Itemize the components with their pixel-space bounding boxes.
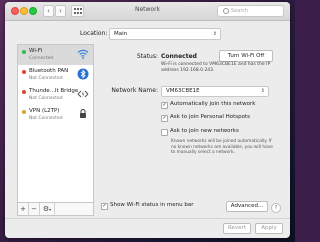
show-wifi-status-label: Show Wi-Fi status in menu bar [110, 202, 194, 208]
bluetooth-icon [77, 68, 89, 80]
location-label: Location: [80, 30, 108, 37]
service-name: Bluetooth PAN [29, 68, 69, 74]
service-list: Wi-Fi Connected Bluetooth PAN Not Connec… [17, 44, 94, 216]
service-item-thunderbolt-bridge[interactable]: Thunde...lt Bridge Not Connected [18, 85, 93, 105]
service-status: Not Connected [29, 76, 63, 81]
remove-service-button[interactable]: − [29, 203, 40, 215]
divider [5, 218, 290, 219]
chevron-updown-icon: ⇕ [260, 88, 265, 94]
service-list-toolbar: + − ⚙▾ [17, 202, 94, 216]
chevron-updown-icon: ⇕ [212, 31, 217, 37]
help-button[interactable]: ? [271, 203, 281, 213]
turn-wifi-off-button[interactable]: Turn Wi-Fi Off [219, 50, 273, 62]
search-icon [223, 8, 229, 14]
service-name: Thunde...lt Bridge [29, 88, 79, 94]
network-name-select[interactable]: VM63CBE1E ⇕ [161, 86, 269, 97]
title-bar: ‹ › Network Search [5, 2, 290, 21]
show-wifi-status-checkbox[interactable]: ✓ [101, 203, 108, 210]
advanced-button[interactable]: Advanced... [226, 201, 268, 212]
auto-join-label: Automatically join this network [170, 101, 256, 107]
status-dot [22, 110, 26, 114]
location-value: Main [114, 31, 128, 37]
thunderbolt-bridge-icon [77, 90, 89, 98]
service-item-bluetooth-pan[interactable]: Bluetooth PAN Not Connected [18, 65, 93, 85]
service-status: Not Connected [29, 96, 63, 101]
revert-button[interactable]: Revert [223, 223, 251, 234]
status-dot [22, 70, 26, 74]
wifi-icon [77, 49, 89, 59]
status-dot [22, 90, 26, 94]
service-name: Wi-Fi [29, 48, 43, 54]
service-name: VPN (L2TP) [29, 108, 60, 114]
service-actions-button[interactable]: ⚙▾ [40, 203, 55, 215]
auto-join-checkbox[interactable]: ✓ [161, 102, 168, 109]
status-value: Connected [161, 53, 197, 60]
chevron-down-icon: ▾ [49, 207, 52, 212]
vpn-icon [80, 109, 86, 118]
new-networks-note: Known networks will be joined automatica… [171, 139, 273, 155]
status-description: Wi-Fi is connected to VM63CBE1E and has … [161, 62, 271, 73]
personal-hotspots-label: Ask to join Personal Hotspots [170, 114, 251, 120]
apply-button[interactable]: Apply [255, 223, 283, 234]
status-dot [22, 50, 26, 54]
network-preferences-window: ‹ › Network Search Location: Main ⇕ Wi-F… [5, 2, 290, 238]
add-service-button[interactable]: + [18, 203, 29, 215]
personal-hotspots-checkbox[interactable]: ✓ [161, 115, 168, 122]
network-name-value: VM63CBE1E [166, 88, 200, 94]
search-placeholder: Search [231, 8, 249, 14]
network-name-label: Network Name: [111, 87, 158, 94]
search-field[interactable]: Search [217, 5, 284, 17]
new-networks-checkbox[interactable] [161, 129, 168, 136]
new-networks-label: Ask to join new networks [170, 128, 239, 134]
service-status: Not Connected [29, 116, 63, 121]
service-item-wifi[interactable]: Wi-Fi Connected [18, 45, 93, 65]
location-select[interactable]: Main ⇕ [109, 28, 221, 40]
status-label: Status: [136, 53, 158, 60]
service-status: Connected [29, 56, 54, 61]
service-item-vpn-l2tp[interactable]: VPN (L2TP) Not Connected [18, 105, 93, 125]
